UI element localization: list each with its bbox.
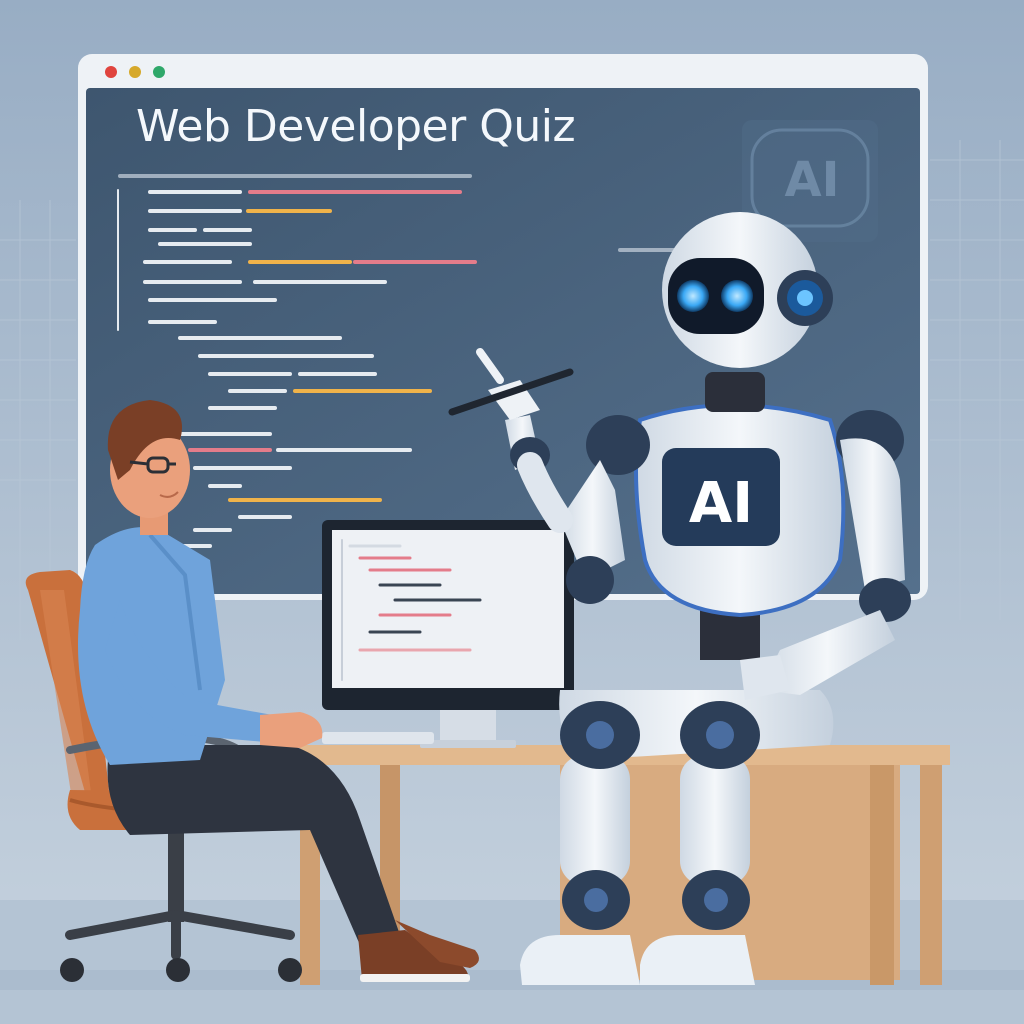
robot-chest-label: AI xyxy=(689,471,753,536)
close-dot-icon[interactable] xyxy=(105,66,117,78)
maximize-dot-icon[interactable] xyxy=(153,66,165,78)
robot-left-eye-icon xyxy=(677,280,709,312)
robot-left-foot xyxy=(520,935,640,985)
keyboard xyxy=(322,732,434,744)
robot-right-foot xyxy=(640,935,755,985)
minimize-dot-icon[interactable] xyxy=(129,66,141,78)
board-ai-badge: AI xyxy=(784,152,839,208)
monitor-screen xyxy=(332,530,564,688)
window-title: Web Developer Quiz xyxy=(136,101,575,152)
illustration-scene: Web Developer Quiz AI AI xyxy=(0,0,1024,1024)
robot-right-eye-icon xyxy=(721,280,753,312)
